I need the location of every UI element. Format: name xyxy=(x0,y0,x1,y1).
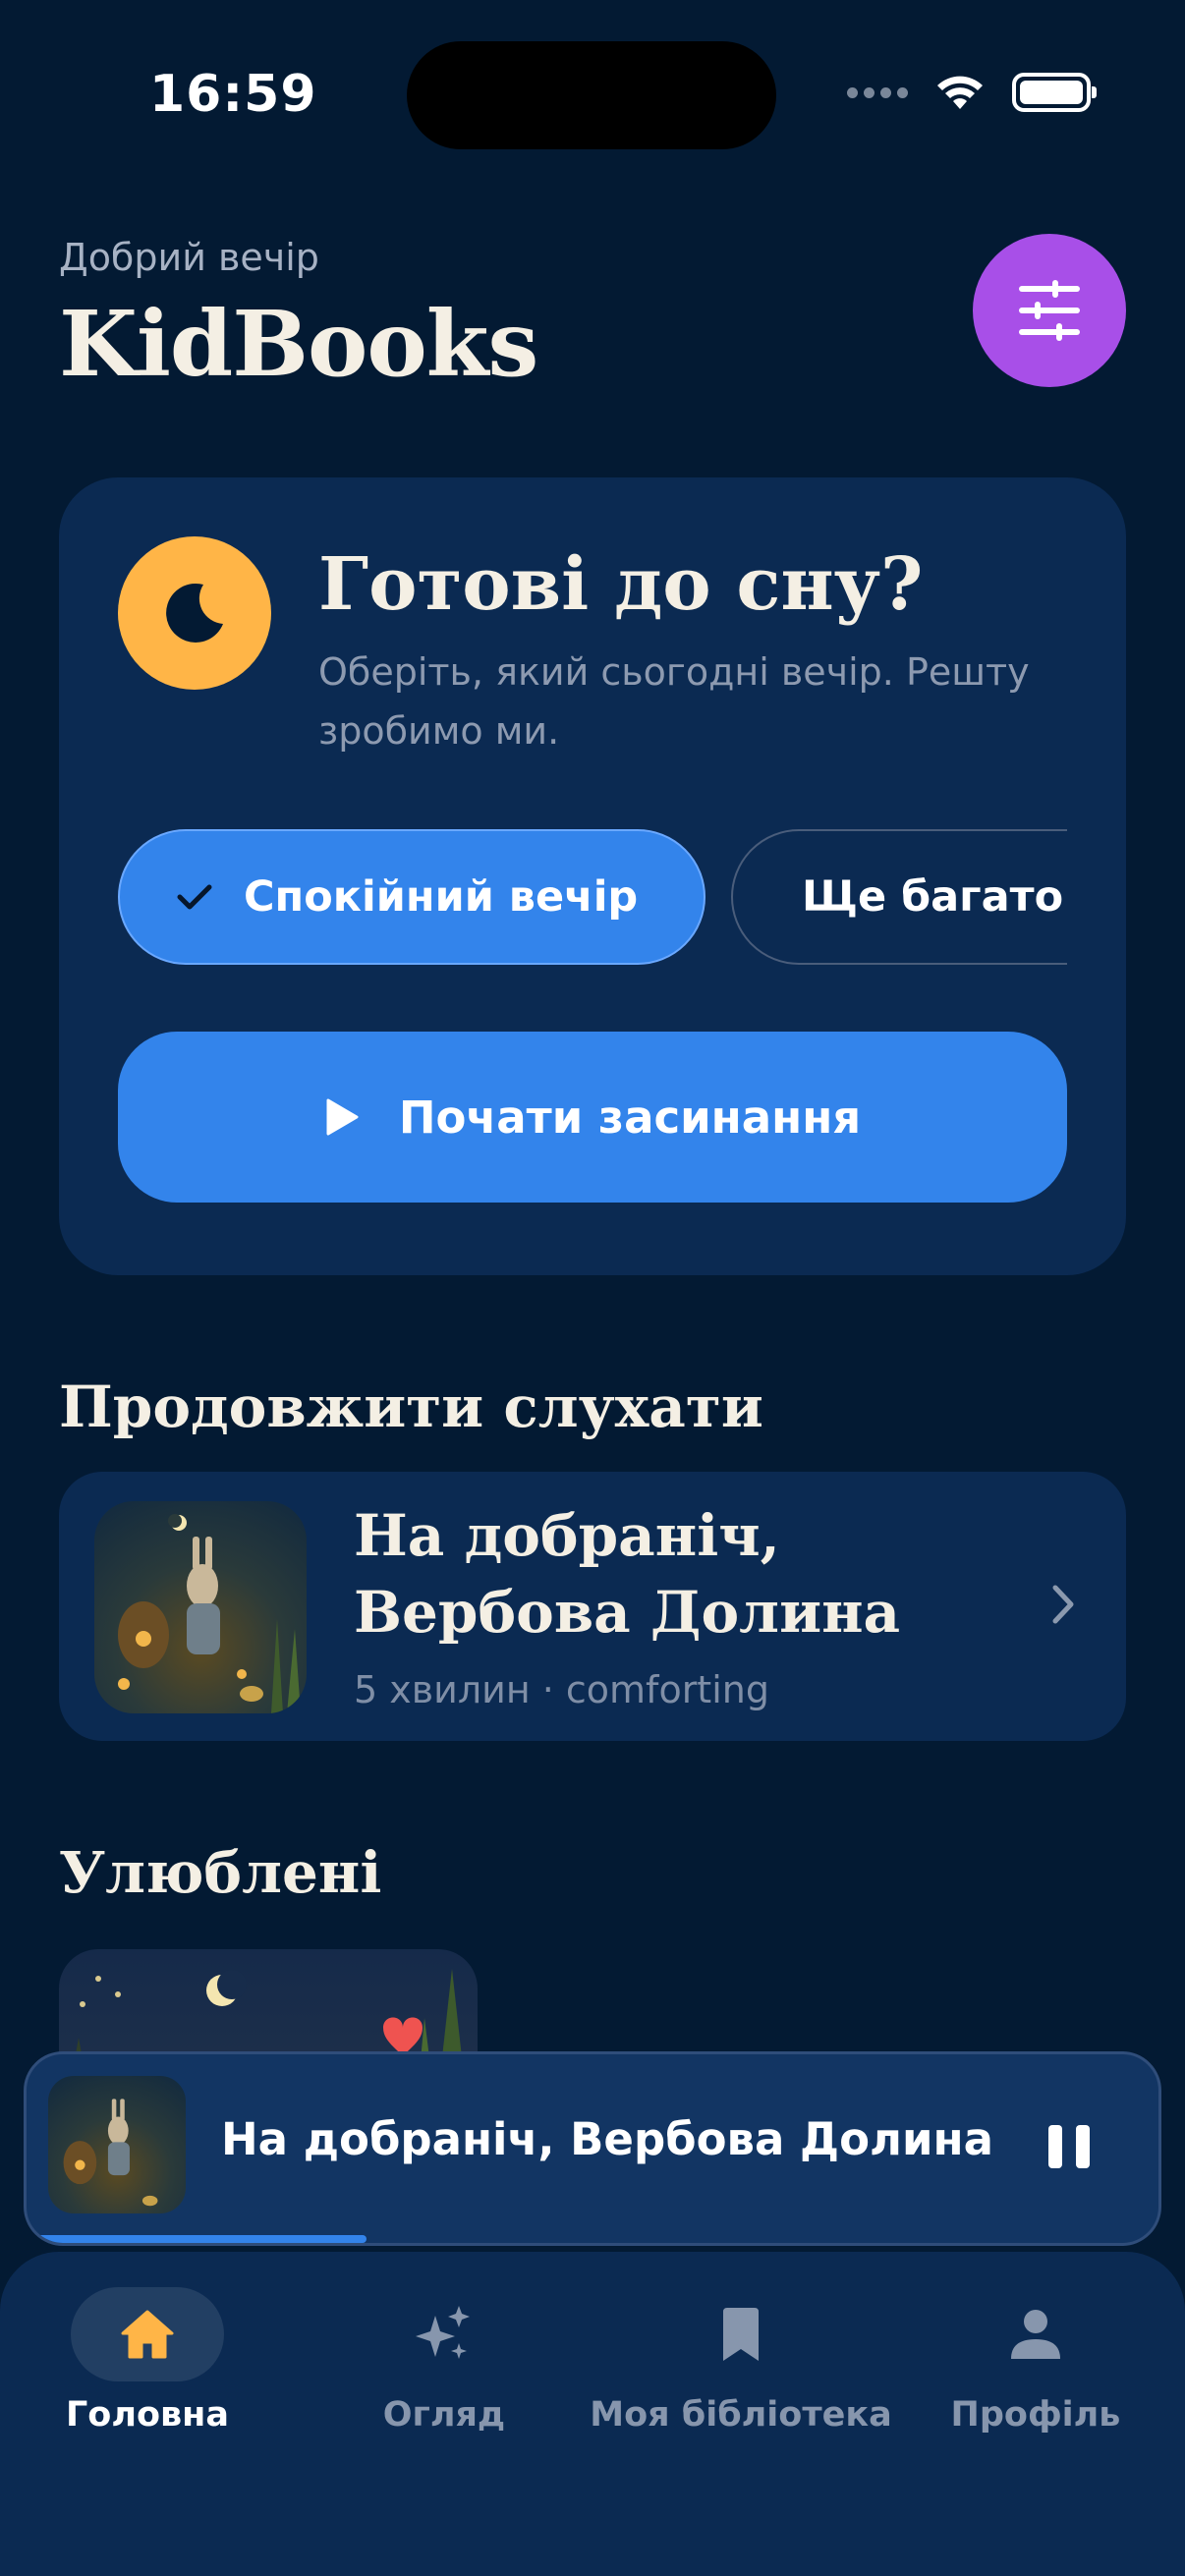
tab-label: Профіль xyxy=(950,2395,1121,2435)
bedtime-subtitle: Оберіть, який сьогодні вечір. Решту зроб… xyxy=(318,650,1030,753)
continue-item-meta: 5 хвилин · comforting xyxy=(354,1668,769,1711)
start-sleep-button[interactable]: Почати засинання xyxy=(118,1032,1067,1203)
continue-item[interactable]: На добраніч, Вербова Долина 5 хвилин · c… xyxy=(59,1472,1126,1741)
chip-high-energy[interactable]: Ще багато енергії xyxy=(731,829,1067,965)
filters-button[interactable] xyxy=(973,234,1126,387)
bedtime-title: Готові до сну? xyxy=(318,542,924,627)
tab-label: Моя бібліотека xyxy=(590,2395,892,2435)
tab-bar: Головна Огляд Моя бібліотека Профіль xyxy=(0,2252,1185,2576)
dynamic-island xyxy=(407,41,776,149)
tab-home[interactable]: Головна xyxy=(0,2287,295,2435)
start-sleep-label: Почати засинання xyxy=(398,1091,862,1144)
pause-icon[interactable] xyxy=(1048,2125,1090,2168)
tab-library[interactable]: Моя бібліотека xyxy=(590,2287,892,2435)
home-icon xyxy=(121,2310,174,2359)
chip-label: Спокійний вечір xyxy=(244,872,639,922)
sliders-icon xyxy=(1019,280,1080,341)
play-icon xyxy=(326,1098,359,1136)
bedtime-card: Готові до сну? Оберіть, який сьогодні ве… xyxy=(59,477,1126,1275)
moon-badge xyxy=(118,536,271,690)
person-icon xyxy=(1011,2310,1060,2359)
mini-player-cover xyxy=(48,2076,186,2213)
app-title: KidBooks xyxy=(59,291,538,397)
status-time: 16:59 xyxy=(149,65,317,124)
continue-item-title: На добраніч, Вербова Долина xyxy=(354,1502,901,1646)
chip-label: Ще багато енергії xyxy=(802,872,1067,922)
bookmark-icon xyxy=(723,2308,759,2361)
mini-player[interactable]: На добраніч, Вербова Долина xyxy=(24,2051,1161,2246)
book-cover xyxy=(94,1501,307,1713)
signal-icon xyxy=(847,86,908,98)
moon-icon xyxy=(166,583,223,643)
favorites-section-title: Улюблені xyxy=(59,1839,382,1906)
chip-calm-evening[interactable]: Спокійний вечір xyxy=(118,829,705,965)
wifi-icon xyxy=(937,76,983,109)
battery-icon xyxy=(1012,73,1097,112)
mini-player-title: На добраніч, Вербова Долина xyxy=(221,2113,993,2165)
tab-explore[interactable]: Огляд xyxy=(297,2287,592,2435)
playback-progress xyxy=(27,2235,1158,2243)
continue-section-title: Продовжити слухати xyxy=(59,1373,763,1440)
check-icon xyxy=(177,884,212,910)
status-indicators xyxy=(847,73,1097,112)
playback-progress-fill xyxy=(27,2235,367,2243)
tab-profile[interactable]: Профіль xyxy=(888,2287,1183,2435)
chevron-right-icon xyxy=(1052,1585,1074,1624)
tab-label: Огляд xyxy=(382,2395,506,2435)
tab-label: Головна xyxy=(66,2395,229,2435)
sparkles-icon xyxy=(416,2306,470,2359)
mood-chips: Спокійний вечір Ще багато енергії xyxy=(118,829,1067,967)
greeting-text: Добрий вечір xyxy=(59,236,319,279)
